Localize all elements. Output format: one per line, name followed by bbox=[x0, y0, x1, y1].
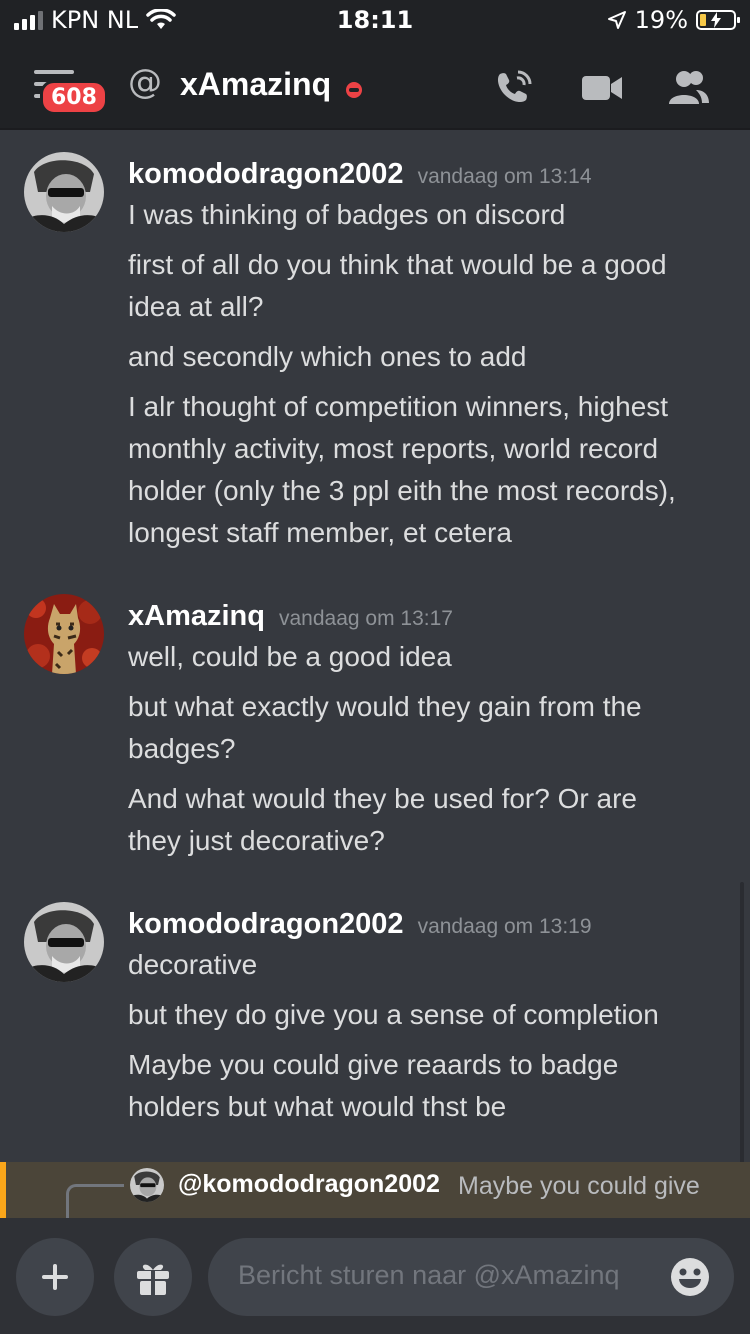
status-right: 19% bbox=[607, 6, 740, 34]
message-input-placeholder: Bericht sturen naar @xAmazinq bbox=[238, 1260, 620, 1290]
message-text: idea at all? bbox=[128, 291, 264, 322]
message-text: badges? bbox=[128, 733, 236, 764]
reply-connector bbox=[66, 1184, 124, 1218]
channel-title[interactable]: xAmazinq bbox=[180, 66, 331, 103]
gift-button[interactable] bbox=[114, 1238, 192, 1316]
author-name[interactable]: komododragon2002 bbox=[128, 158, 404, 190]
charging-bolt-icon bbox=[711, 12, 721, 28]
battery-fill bbox=[700, 14, 706, 26]
message-timestamp: vandaag om 13:19 bbox=[417, 915, 592, 938]
dnd-status-icon bbox=[346, 82, 362, 98]
message-text: Maybe you could give reaards to badge bbox=[128, 1049, 619, 1080]
members-icon[interactable] bbox=[666, 68, 710, 108]
unread-badge[interactable]: 608 bbox=[40, 80, 108, 115]
reply-preview[interactable]: @komododragon2002 Maybe you could give bbox=[0, 1162, 750, 1218]
author-name[interactable]: komododragon2002 bbox=[128, 908, 404, 940]
reply-avatar bbox=[130, 1168, 164, 1202]
message-text: they just decorative? bbox=[128, 825, 385, 856]
message-text: I alr thought of competition winners, hi… bbox=[128, 391, 669, 422]
author-name[interactable]: xAmazinq bbox=[128, 600, 265, 632]
emoji-picker-icon[interactable] bbox=[670, 1257, 710, 1297]
avatar[interactable] bbox=[24, 152, 104, 232]
message-text: monthly activity, most reports, world re… bbox=[128, 433, 659, 464]
message-composer: Bericht sturen naar @xAmazinq bbox=[0, 1218, 750, 1334]
at-icon: @ bbox=[128, 62, 162, 102]
message-text: first of all do you think that would be … bbox=[128, 249, 667, 280]
status-bar: KPN NL 18:11 19% bbox=[0, 0, 750, 40]
message-author[interactable]: xAmazinq vandaag om 13:17 bbox=[128, 600, 453, 633]
message-author[interactable]: komododragon2002 vandaag om 13:19 bbox=[128, 908, 592, 941]
message-text: And what would they be used for? Or are bbox=[128, 783, 637, 814]
message-text: holders but what would thst be bbox=[128, 1091, 507, 1122]
message-text: longest staff member, et cetera bbox=[128, 517, 512, 548]
reply-author: @komododragon2002 bbox=[178, 1170, 440, 1198]
avatar[interactable] bbox=[24, 902, 104, 982]
reply-excerpt: Maybe you could give bbox=[458, 1172, 700, 1200]
message-text: I was thinking of badges on discord bbox=[128, 199, 566, 230]
message-text: decorative bbox=[128, 949, 258, 980]
message-text: but what exactly would they gain from th… bbox=[128, 691, 642, 722]
location-arrow-icon bbox=[607, 11, 626, 29]
gift-icon bbox=[137, 1264, 169, 1295]
message-timestamp: vandaag om 13:14 bbox=[417, 165, 592, 188]
message-author[interactable]: komododragon2002 vandaag om 13:14 bbox=[128, 158, 592, 191]
scrollbar[interactable] bbox=[740, 882, 744, 1162]
message-list[interactable]: komododragon2002 vandaag om 13:14 I was t… bbox=[0, 132, 750, 1162]
message-text: but they do give you a sense of completi… bbox=[128, 999, 659, 1030]
message-input[interactable]: Bericht sturen naar @xAmazinq bbox=[208, 1238, 734, 1316]
phone-call-icon[interactable] bbox=[492, 68, 536, 108]
battery-percent: 19% bbox=[634, 6, 688, 34]
avatar[interactable] bbox=[24, 594, 104, 674]
battery-icon bbox=[696, 10, 740, 30]
add-attachment-button[interactable] bbox=[16, 1238, 94, 1316]
message-text: holder (only the 3 ppl eith the most rec… bbox=[128, 475, 676, 506]
video-call-icon[interactable] bbox=[580, 68, 624, 108]
message-text: well, could be a good idea bbox=[128, 641, 452, 672]
message-text: and secondly which ones to add bbox=[128, 341, 527, 372]
channel-header: 608 @ xAmazinq bbox=[0, 40, 750, 130]
message-timestamp: vandaag om 13:17 bbox=[278, 607, 453, 630]
